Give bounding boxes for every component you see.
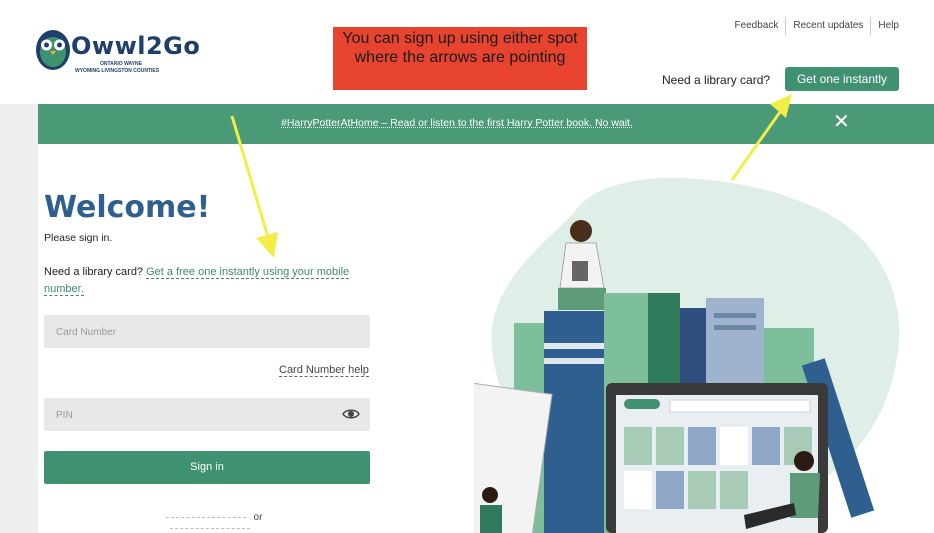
annotation-arrows — [230, 94, 792, 258]
arrow-right-head — [770, 94, 792, 118]
arrow-left-shaft — [230, 115, 272, 245]
arrow-left-head — [256, 232, 278, 258]
arrow-right-shaft — [730, 111, 782, 181]
